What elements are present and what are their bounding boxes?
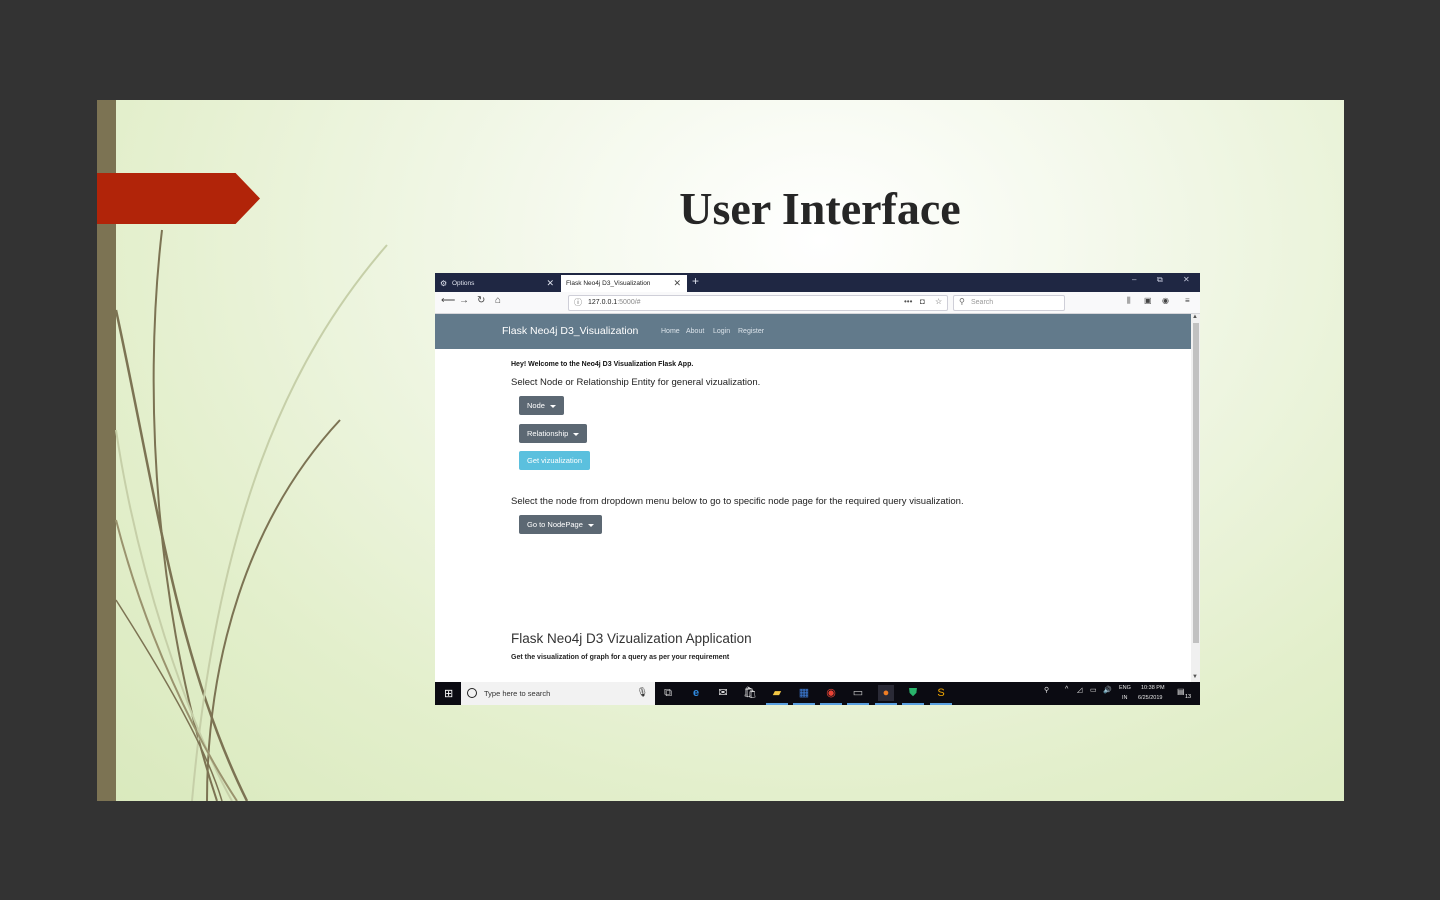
people-icon[interactable]: ⚲ <box>1044 686 1049 694</box>
caret-down-icon <box>573 432 580 436</box>
menu-icon[interactable]: ≡ <box>1185 296 1190 305</box>
scroll-up-icon[interactable]: ▲ <box>1192 314 1198 320</box>
active-indicator <box>902 703 924 705</box>
sidebar-icon[interactable]: ▣ <box>1144 296 1152 305</box>
windows-taskbar: ⊞ Type here to search 🎙 ⧉ e ✉ 🛍 ▰ ▦ ◉ ▭ … <box>435 682 1200 705</box>
footer-heading: Flask Neo4j D3 Vizualization Application <box>511 631 752 646</box>
file-explorer-icon[interactable]: ▰ <box>769 685 785 701</box>
taskbar-search-placeholder: Type here to search <box>484 689 551 698</box>
welcome-text: Hey! Welcome to the Neo4j D3 Visualizati… <box>511 361 694 368</box>
edge-browser-icon[interactable]: e <box>688 685 704 701</box>
browser-toolbar: ⟵ → ↻ ⌂ ⓘ 127.0.0.1:5000/# ••• ◘ ☆ ⚲ Sea… <box>435 292 1200 314</box>
active-indicator <box>766 703 788 705</box>
shield-app-icon[interactable]: ⛊ <box>905 685 921 701</box>
get-visualization-label: Get vizualization <box>527 456 583 465</box>
node-page-instruction: Select the node from dropdown menu below… <box>511 496 964 507</box>
search-icon: ⚲ <box>959 297 965 306</box>
calculator-icon[interactable]: ▦ <box>796 685 812 701</box>
notification-count: 13 <box>1185 694 1192 700</box>
select-entity-text: Select Node or Relationship Entity for g… <box>511 377 761 388</box>
caret-down-icon <box>587 523 594 527</box>
slide-title: User Interface <box>679 183 961 234</box>
cortana-icon <box>467 688 477 698</box>
presentation-slide: User Interface ⚙ Options ✕ Flask Neo4j D… <box>97 100 1344 801</box>
go-to-nodepage-button[interactable]: Go to NodePage <box>519 515 602 534</box>
active-indicator <box>930 703 952 705</box>
reload-icon[interactable]: ↻ <box>477 295 485 306</box>
microphone-icon[interactable]: 🎙 <box>637 687 648 698</box>
mail-icon[interactable]: ✉ <box>715 685 731 701</box>
bookmark-star-icon[interactable]: ☆ <box>935 297 942 306</box>
forward-icon[interactable]: → <box>459 295 469 306</box>
url-bar[interactable]: ⓘ 127.0.0.1:5000/# ••• ◘ ☆ <box>568 295 948 311</box>
nodepage-button-label: Go to NodePage <box>527 520 583 529</box>
gear-icon: ⚙ <box>440 279 448 288</box>
battery-icon[interactable]: ▭ <box>1090 686 1097 694</box>
close-icon[interactable]: ✕ <box>546 275 554 292</box>
notification-icon[interactable]: ▤ <box>1177 687 1185 696</box>
firefox-icon[interactable]: ● <box>878 685 894 701</box>
window-close-icon[interactable]: ✕ <box>1183 275 1190 284</box>
chrome-icon[interactable]: ◉ <box>823 685 839 701</box>
browser-search-input[interactable]: ⚲ Search <box>953 295 1065 311</box>
nav-link-login[interactable]: Login <box>713 328 730 335</box>
scroll-thumb[interactable] <box>1193 323 1199 643</box>
page-viewport: Flask Neo4j D3_Visualization Home About … <box>435 314 1200 682</box>
node-button-label: Node <box>527 401 545 410</box>
relationship-dropdown-button[interactable]: Relationship <box>519 424 588 443</box>
nav-link-about[interactable]: About <box>686 328 704 335</box>
tab-label: Options <box>452 280 475 287</box>
new-tab-icon[interactable]: + <box>692 274 699 288</box>
terminal-icon[interactable]: ▭ <box>850 685 866 701</box>
tab-label: Flask Neo4j D3_Visualization <box>566 280 651 287</box>
close-icon[interactable]: ✕ <box>673 275 681 292</box>
active-indicator <box>793 703 815 705</box>
browser-screenshot: ⚙ Options ✕ Flask Neo4j D3_Visualization… <box>435 273 1200 705</box>
url-text: 127.0.0.1:5000/# <box>588 299 641 306</box>
language-code[interactable]: ENG <box>1119 685 1131 691</box>
caret-down-icon <box>549 404 556 408</box>
scroll-down-icon[interactable]: ▼ <box>1192 674 1198 680</box>
tab-flask-app[interactable]: Flask Neo4j D3_Visualization ✕ <box>561 275 687 292</box>
sublime-text-icon[interactable]: S <box>933 685 949 701</box>
windows-start-icon[interactable]: ⊞ <box>444 687 453 700</box>
footer-subtext: Get the visualization of graph for a que… <box>511 654 730 661</box>
store-icon[interactable]: 🛍 <box>742 685 758 701</box>
restore-icon[interactable]: ⧉ <box>1157 275 1163 285</box>
minimize-icon[interactable]: – <box>1132 275 1136 284</box>
nav-link-register[interactable]: Register <box>738 328 764 335</box>
info-icon[interactable]: ⓘ <box>574 297 582 308</box>
network-icon[interactable]: ◿ <box>1077 686 1082 694</box>
nav-link-home[interactable]: Home <box>661 328 680 335</box>
tab-options[interactable]: ⚙ Options ✕ <box>435 275 560 292</box>
app-navbar: Flask Neo4j D3_Visualization Home About … <box>435 314 1191 349</box>
active-indicator <box>820 703 842 705</box>
search-placeholder: Search <box>971 299 994 306</box>
taskbar-search-input[interactable]: Type here to search 🎙 <box>461 682 655 705</box>
language-region[interactable]: IN <box>1122 695 1128 701</box>
library-icon[interactable]: ⫼ <box>1127 296 1131 306</box>
volume-icon[interactable]: 🔊 <box>1103 686 1112 694</box>
home-icon[interactable]: ⌂ <box>495 295 501 306</box>
page-scrollbar[interactable]: ▲ ▼ <box>1191 314 1200 682</box>
back-icon[interactable]: ⟵ <box>441 295 455 306</box>
slide-arrow-tab <box>97 173 260 224</box>
active-indicator <box>875 703 897 705</box>
browser-tab-bar: ⚙ Options ✕ Flask Neo4j D3_Visualization… <box>435 273 1200 292</box>
node-dropdown-button[interactable]: Node <box>519 396 564 415</box>
extension-icon[interactable]: ◉ <box>1162 296 1169 305</box>
active-indicator <box>847 703 869 705</box>
get-visualization-button[interactable]: Get vizualization <box>519 451 591 470</box>
page-actions-icon[interactable]: ••• <box>904 297 912 306</box>
clock-time[interactable]: 10:38 PM <box>1141 685 1165 691</box>
app-brand[interactable]: Flask Neo4j D3_Visualization <box>502 325 638 337</box>
chevron-up-icon[interactable]: ^ <box>1065 686 1068 693</box>
task-view-icon[interactable]: ⧉ <box>660 685 676 701</box>
relationship-button-label: Relationship <box>527 429 569 438</box>
clock-date[interactable]: 6/25/2019 <box>1138 695 1162 701</box>
pocket-icon[interactable]: ◘ <box>920 297 925 306</box>
